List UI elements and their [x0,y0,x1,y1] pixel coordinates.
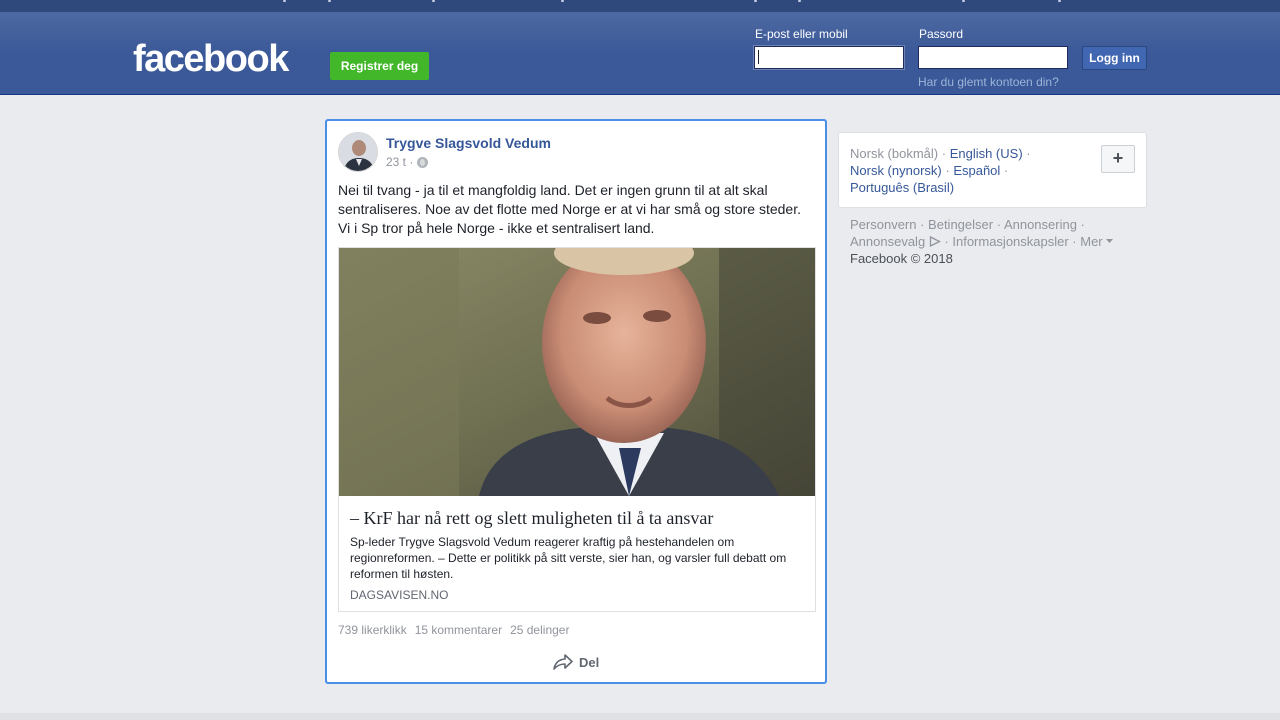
footer-advertising[interactable]: Annonsering [1004,217,1077,232]
share-button[interactable]: Del [553,654,599,670]
register-button[interactable]: Registrer deg [330,52,429,80]
post-stats: 739 likerklikk 15 kommentarer 25 delinge… [338,623,569,637]
login-button[interactable]: Logg inn [1082,46,1147,70]
bottom-bar [0,713,1280,720]
top-nav-strip [0,0,1280,12]
language-portugues[interactable]: Português (Brasil) [850,180,954,195]
post-timestamp[interactable]: 23 t · [386,155,413,169]
post-card: Trygve Slagsvold Vedum 23 t · Nei til tv… [325,119,827,684]
language-list: Norsk (bokmål) · English (US) · Norsk (n… [850,145,1080,196]
strip-dot [432,0,435,2]
strip-dot [561,0,564,2]
likes-count[interactable]: 739 likerklikk [338,623,407,637]
separator: · [1000,163,1009,178]
strip-dot [283,0,286,2]
strip-dot [962,0,965,2]
language-box: Norsk (bokmål) · English (US) · Norsk (n… [838,132,1147,208]
post-author-name[interactable]: Trygve Slagsvold Vedum [386,135,551,151]
footer-ad-choices[interactable]: Annonsevalg [850,234,925,249]
language-nynorsk[interactable]: Norsk (nynorsk) [850,163,942,178]
copyright: Facebook © 2018 [850,251,953,266]
link-preview[interactable]: – KrF har nå rett og slett muligheten ti… [338,247,816,612]
current-language: Norsk (bokmål) [850,146,939,161]
shares-count[interactable]: 25 delinger [510,623,569,637]
forgot-account-link[interactable]: Har du glemt kontoen din? [918,75,1059,89]
email-field[interactable] [754,46,904,69]
footer-links: Personvern · Betingelser · Annonsering ·… [850,216,1140,267]
link-domain: DAGSAVISEN.NO [350,588,449,602]
footer-more[interactable]: Mer [1080,234,1102,249]
comments-count[interactable]: 15 kommentarer [415,623,502,637]
footer-terms[interactable]: Betingelser [928,217,993,232]
password-field[interactable] [918,46,1068,69]
language-espanol[interactable]: Español [953,163,1000,178]
link-preview-body[interactable]: – KrF har nå rett og slett muligheten ti… [339,496,815,611]
text-caret [758,50,759,64]
separator: · [1022,146,1031,161]
author-avatar[interactable] [338,132,378,172]
separator: · [938,146,950,161]
strip-dot [798,0,801,2]
link-title[interactable]: – KrF har nå rett og slett muligheten ti… [350,508,713,529]
share-icon [553,654,573,670]
page-header: facebook Registrer deg E-post eller mobi… [0,12,1280,95]
strip-dot [328,0,331,2]
strip-dot [1058,0,1061,2]
post-text: Nei til tvang - ja til et mangfoldig lan… [338,182,801,236]
strip-dot [754,0,757,2]
share-label: Del [579,654,600,670]
chevron-down-icon [1106,239,1114,243]
link-description: Sp-leder Trygve Slagsvold Vedum reagerer… [350,535,787,581]
footer-privacy[interactable]: Personvern [850,217,916,232]
avatar-photo [339,133,377,171]
globe-icon [417,156,429,168]
link-preview-image[interactable] [339,248,815,496]
post-meta: 23 t · [386,155,429,169]
footer-cookies[interactable]: Informasjonskapsler [952,234,1068,249]
email-label: E-post eller mobil [755,27,848,41]
ad-choices-icon [929,235,941,248]
add-language-button[interactable]: + [1101,145,1135,173]
language-english[interactable]: English (US) [950,146,1023,161]
password-label: Passord [919,27,964,41]
article-photo [339,248,815,496]
facebook-logo[interactable]: facebook [133,38,289,81]
separator: · [941,163,954,178]
